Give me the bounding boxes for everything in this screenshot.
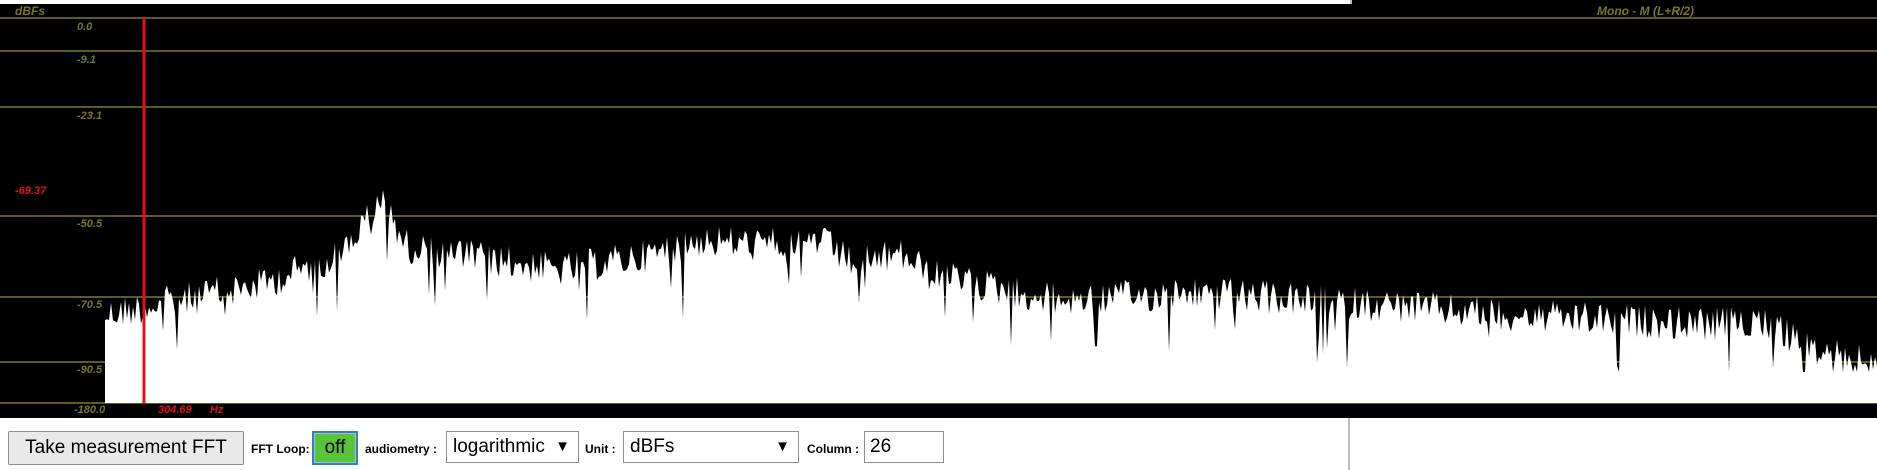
top-window-strip-border (1350, 0, 1352, 4)
y-tick-label: -90.5 (77, 364, 103, 376)
unit-label: dBFs (15, 4, 45, 18)
cursor-frequency-unit: Hz (210, 404, 224, 416)
fft-loop-label: FFT Loop: (251, 442, 310, 456)
y-tick-label: -9.1 (77, 54, 96, 66)
spectrum-canvas[interactable]: dBFs Mono - M (L+R/2) 0.0 -9.1 -23.1 -50… (0, 0, 1877, 418)
y-tick-label: -70.5 (77, 299, 103, 311)
spectrum-plot[interactable]: dBFs Mono - M (L+R/2) 0.0 -9.1 -23.1 -50… (0, 0, 1877, 418)
unit-value: dBFs (630, 436, 675, 457)
unit-select[interactable]: dBFs ▼ (623, 431, 799, 463)
y-tick-label: -23.1 (77, 110, 102, 122)
unit-label: Unit : (585, 442, 616, 456)
audiometry-select[interactable]: logarithmic ▼ (446, 431, 579, 463)
take-measurement-button[interactable]: Take measurement FFT (8, 431, 244, 465)
fft-toolbar: Take measurement FFT FFT Loop: off audio… (0, 418, 1350, 470)
y-tick-label: -180.0 (74, 404, 106, 416)
fft-loop-toggle[interactable]: off (312, 431, 358, 465)
top-window-strip (0, 0, 1350, 4)
cursor-frequency-label: 304.69 (158, 404, 193, 416)
cursor-value-label: -69.37 (15, 185, 47, 197)
chevron-down-icon: ▼ (775, 438, 790, 455)
channel-label: Mono - M (L+R/2) (1597, 4, 1694, 18)
audiometry-value: logarithmic (453, 436, 545, 457)
audiometry-label: audiometry : (365, 442, 438, 456)
y-tick-label: -50.5 (77, 218, 103, 230)
column-input[interactable]: 26 (864, 431, 944, 463)
chevron-down-icon: ▼ (555, 438, 570, 455)
y-tick-label: 0.0 (77, 21, 93, 33)
column-label: Column : (807, 442, 859, 456)
